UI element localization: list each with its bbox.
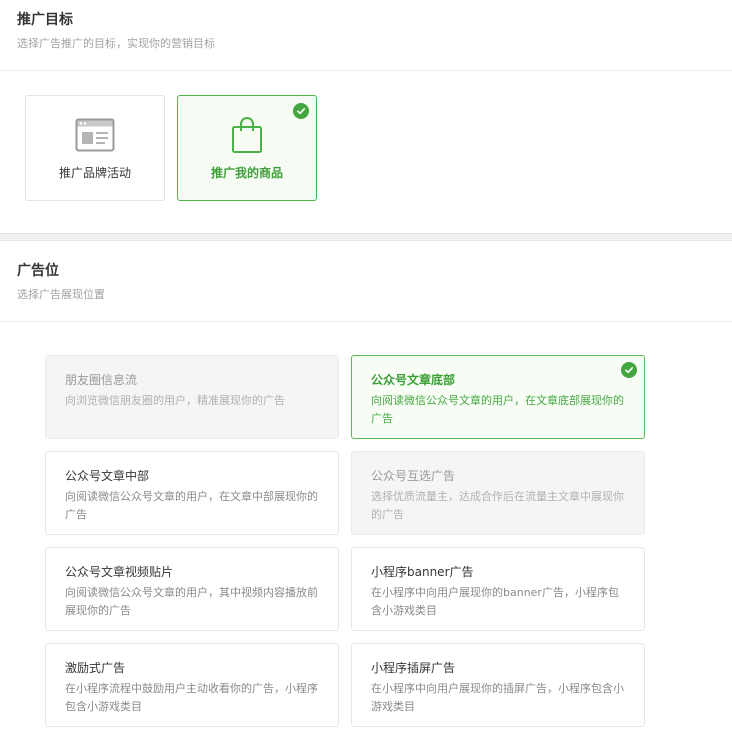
placement-title: 公众号文章中部 — [65, 469, 150, 483]
placement-title: 小程序banner广告 — [371, 565, 474, 579]
goal-option-promote-products[interactable]: 推广我的商品 — [177, 95, 317, 201]
placement-description: 在小程序中向用户展现你的插屏广告，小程序包含小游戏类目 — [371, 682, 624, 713]
goal-option-label: 推广品牌活动 — [58, 166, 131, 180]
placement-moments-feed[interactable]: 朋友圈信息流 向浏览微信朋友圈的用户，精准展现你的广告 — [45, 355, 339, 439]
placement-description: 向阅读微信公众号文章的用户，在文章中部展现你的广告 — [65, 490, 318, 521]
placement-description: 向阅读微信公众号文章的用户，在文章底部展现你的广告 — [371, 394, 624, 425]
placement-description: 向阅读微信公众号文章的用户，其中视频内容播放前展现你的广告 — [65, 586, 318, 617]
placement-article-video-patch[interactable]: 公众号文章视频贴片 向阅读微信公众号文章的用户，其中视频内容播放前展现你的广告 — [45, 547, 339, 631]
placement-description: 在小程序流程中鼓励用户主动收看你的广告，小程序包含小游戏类目 — [65, 682, 318, 713]
placement-description: 向浏览微信朋友圈的用户，精准展现你的广告 — [65, 394, 285, 407]
placement-title: 公众号文章视频贴片 — [65, 565, 174, 579]
goal-section-title: 推广目标 — [17, 12, 73, 28]
goal-section-description: 选择广告推广的目标，实现你的营销目标 — [17, 37, 215, 50]
placement-article-bottom[interactable]: 公众号文章底部 向阅读微信公众号文章的用户，在文章底部展现你的广告 — [351, 355, 645, 439]
divider — [0, 321, 732, 322]
shopping-bag-icon — [232, 117, 262, 153]
placement-section-title: 广告位 — [17, 263, 59, 279]
section-separator — [0, 233, 732, 241]
placement-article-middle[interactable]: 公众号文章中部 向阅读微信公众号文章的用户，在文章中部展现你的广告 — [45, 451, 339, 535]
placement-description: 选择优质流量主，达成合作后在流量主文章中展现你的广告 — [371, 490, 624, 521]
goal-options: 推广品牌活动 推广我的商品 — [0, 71, 732, 233]
goal-option-label: 推广我的商品 — [210, 166, 283, 180]
placement-section-description: 选择广告展现位置 — [17, 288, 105, 301]
placement-title: 公众号文章底部 — [371, 373, 456, 387]
check-circle-icon — [293, 103, 309, 119]
goal-option-brand-activity[interactable]: 推广品牌活动 — [25, 95, 165, 201]
placement-mutual-selection[interactable]: 公众号互选广告 选择优质流量主，达成合作后在流量主文章中展现你的广告 — [351, 451, 645, 535]
placement-mini-program-interstitial[interactable]: 小程序插屏广告 在小程序中向用户展现你的插屏广告，小程序包含小游戏类目 — [351, 643, 645, 727]
placement-rewarded-ad[interactable]: 激励式广告 在小程序流程中鼓励用户主动收看你的广告，小程序包含小游戏类目 — [45, 643, 339, 727]
placement-section-header: 广告位 选择广告展现位置 — [0, 241, 732, 321]
goal-section-header: 推广目标 选择广告推广的目标，实现你的营销目标 — [0, 0, 732, 70]
placement-mini-program-banner[interactable]: 小程序banner广告 在小程序中向用户展现你的banner广告，小程序包含小游… — [351, 547, 645, 631]
placement-title: 激励式广告 — [65, 661, 126, 675]
placement-title: 小程序插屏广告 — [371, 661, 456, 675]
browser-window-icon — [75, 118, 115, 152]
check-circle-icon — [621, 362, 637, 378]
placement-title: 公众号互选广告 — [371, 469, 456, 483]
placement-title: 朋友圈信息流 — [65, 373, 138, 387]
placement-description: 在小程序中向用户展现你的banner广告，小程序包含小游戏类目 — [371, 586, 619, 617]
